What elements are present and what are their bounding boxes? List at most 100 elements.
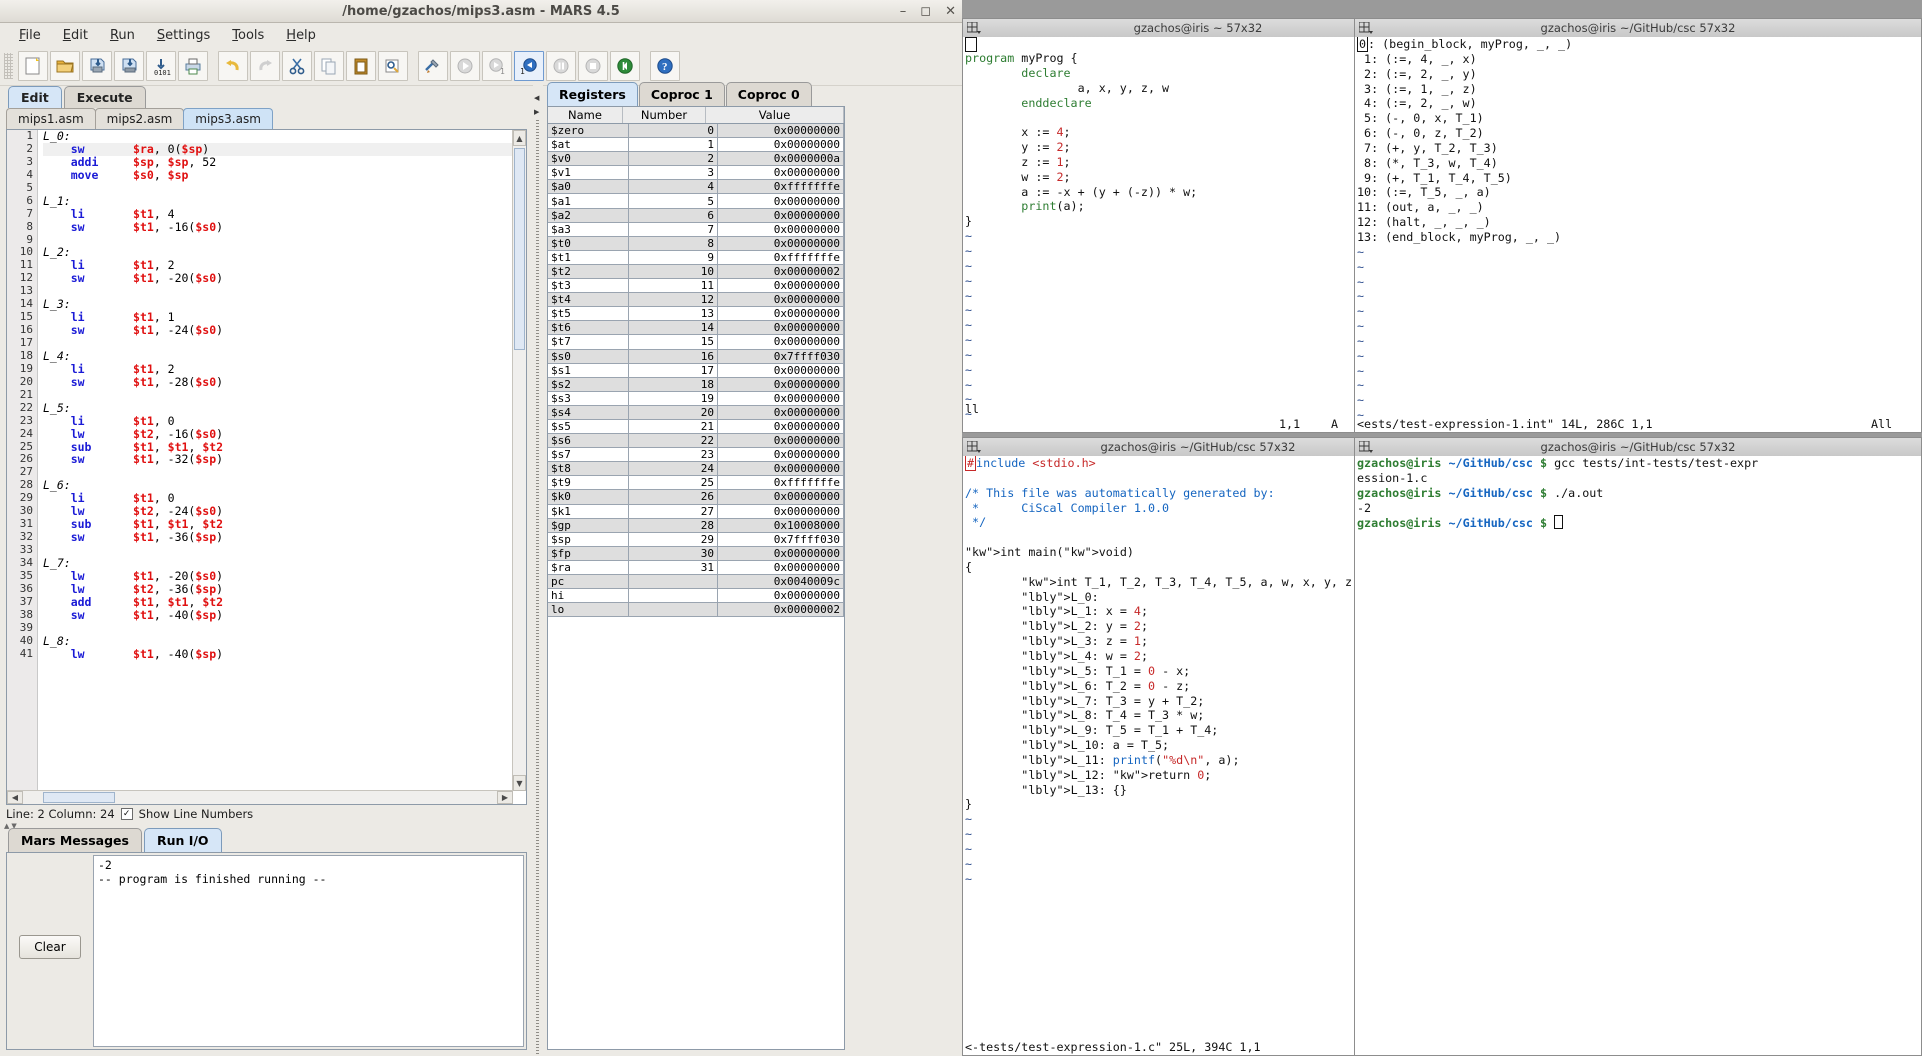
undo-icon[interactable]	[218, 51, 248, 81]
register-row[interactable]: $s1 17 0x00000000	[548, 363, 844, 378]
terminal-shell-content[interactable]: gzachos@iris ~/GitHub/csc $ gcc tests/in…	[1355, 456, 1921, 1055]
code-line[interactable]: add $t1, $t1, $t2	[43, 595, 526, 609]
register-value[interactable]: 0x00000000	[718, 546, 844, 560]
register-value[interactable]: 0x00000000	[718, 166, 844, 180]
register-row[interactable]: $k1 27 0x00000000	[548, 504, 844, 519]
message-tab-bar[interactable]: Mars Messages Run I/O	[0, 828, 533, 852]
code-line[interactable]: L_4:	[43, 349, 526, 363]
code-area[interactable]: L_0: sw $ra, 0($sp) addi $sp, $sp, 52 mo…	[38, 130, 526, 804]
register-value[interactable]: 0x00000000	[718, 589, 844, 603]
tab-mars-messages[interactable]: Mars Messages	[8, 828, 142, 852]
splitter-collapse-left-icon[interactable]: ◀	[534, 94, 539, 102]
register-value[interactable]: 0x00000002	[718, 264, 844, 279]
step-icon[interactable]: 1	[482, 51, 512, 81]
register-value[interactable]: 0xfffffffe	[718, 250, 844, 264]
file-tab-bar[interactable]: mips1.asm mips2.asm mips3.asm	[0, 108, 533, 129]
pause-icon[interactable]	[546, 51, 576, 81]
window-controls[interactable]: – ◻ ✕	[900, 4, 956, 19]
find-replace-icon[interactable]	[378, 51, 408, 81]
register-value[interactable]: 0x00000000	[718, 279, 844, 293]
code-editor[interactable]: 1 2 3 4 5 6 7 8 9 10 11 12 13 14 15 16 17 18 19 20 21 22 23 24 2…	[6, 129, 527, 805]
register-row[interactable]: $k0 26 0x00000000	[548, 490, 844, 505]
code-line[interactable]: sw $t1, -20($s0)	[43, 272, 526, 285]
run-icon[interactable]	[450, 51, 480, 81]
register-row[interactable]: hi 0x00000000	[548, 589, 844, 604]
code-line[interactable]: lw $t2, -16($s0)	[43, 427, 526, 441]
toolbar-grip[interactable]	[4, 53, 13, 79]
copy-icon[interactable]	[314, 51, 344, 81]
tab-registers[interactable]: Registers	[547, 82, 638, 106]
code-line[interactable]: L_1:	[43, 194, 526, 208]
save-icon[interactable]	[82, 51, 112, 81]
new-file-icon[interactable]	[18, 51, 48, 81]
register-value[interactable]: 0x00000000	[718, 462, 844, 476]
register-row[interactable]: $t3 11 0x00000000	[548, 279, 844, 294]
code-line[interactable]	[43, 285, 526, 298]
register-row[interactable]: $gp 28 0x10008000	[548, 518, 844, 533]
editor-vscroll-thumb[interactable]	[514, 148, 525, 350]
register-value[interactable]: 0x00000000	[718, 335, 844, 349]
code-line[interactable]: L_5:	[43, 401, 526, 415]
register-row[interactable]: $t4 12 0x00000000	[548, 293, 844, 308]
register-row[interactable]: $s5 21 0x00000000	[548, 419, 844, 435]
help-icon[interactable]: ?	[650, 51, 680, 81]
code-line[interactable]: li $t1, 4	[43, 207, 526, 221]
code-line[interactable]: move $s0, $sp	[43, 168, 526, 182]
register-value[interactable]: 0xfffffffe	[718, 180, 844, 194]
register-value[interactable]: 0x00000000	[718, 448, 844, 462]
register-row[interactable]: $t2 10 0x00000002	[548, 264, 844, 280]
register-value[interactable]: 0x00000000	[718, 124, 844, 138]
register-value[interactable]: 0x00000000	[718, 405, 844, 419]
code-line[interactable]: L_8:	[43, 634, 526, 648]
register-row[interactable]: $t5 13 0x00000000	[548, 307, 844, 322]
register-splitter[interactable]: ◀ ▶	[533, 84, 543, 1056]
code-line[interactable]: L_0:	[43, 130, 526, 143]
code-line[interactable]	[43, 337, 526, 350]
cut-icon[interactable]	[282, 51, 312, 81]
show-line-numbers-checkbox[interactable]: ✓	[120, 808, 133, 820]
register-value[interactable]: 0x00000000	[718, 293, 844, 307]
register-row[interactable]: $fp 30 0x00000000	[548, 546, 844, 561]
code-line[interactable]	[43, 466, 526, 479]
tab-coproc1[interactable]: Coproc 1	[638, 82, 725, 106]
register-row[interactable]: $v1 3 0x00000000	[548, 166, 844, 181]
code-line[interactable]: lw $t1, -40($sp)	[43, 647, 526, 661]
register-value[interactable]: 0x00000000	[718, 560, 844, 574]
code-line[interactable]: sw $t1, -16($s0)	[43, 220, 526, 234]
tab-edit[interactable]: Edit	[8, 86, 62, 108]
scroll-down-icon[interactable]: ▼	[513, 775, 526, 791]
dump-memory-icon[interactable]: 0101	[146, 51, 176, 81]
code-line[interactable]	[43, 544, 526, 557]
splitter-collapse-right-icon[interactable]: ▶	[534, 108, 539, 116]
register-row[interactable]: $a3 7 0x00000000	[548, 222, 844, 237]
open-folder-icon[interactable]	[50, 51, 80, 81]
file-tab-mips2[interactable]: mips2.asm	[94, 108, 185, 129]
register-value[interactable]: 0x00000000	[718, 138, 844, 152]
register-value[interactable]: 0x00000002	[718, 603, 844, 617]
editor-vertical-scrollbar[interactable]: ▲ ▼	[512, 130, 526, 791]
step-back-icon[interactable]: 1	[514, 51, 544, 81]
clear-button[interactable]: Clear	[19, 935, 81, 959]
register-row[interactable]: $ra 31 0x00000000	[548, 560, 844, 575]
file-tab-mips1[interactable]: mips1.asm	[6, 108, 96, 129]
menu-edit[interactable]: Edit	[52, 25, 99, 46]
code-line[interactable]: L_7:	[43, 556, 526, 570]
stop-icon[interactable]	[578, 51, 608, 81]
menu-file[interactable]: File	[8, 25, 52, 46]
scroll-right-icon[interactable]: ▶	[497, 791, 513, 804]
register-row[interactable]: $s7 23 0x00000000	[548, 448, 844, 463]
register-value[interactable]: 0x7ffff030	[718, 349, 844, 363]
menu-help[interactable]: Help	[275, 25, 327, 46]
menu-bar[interactable]: File Edit Run Settings Tools Help	[0, 23, 962, 47]
register-row[interactable]: lo 0x00000002	[548, 603, 844, 618]
register-row[interactable]: $a2 6 0x00000000	[548, 208, 844, 223]
maximize-icon[interactable]: ◻	[920, 4, 931, 19]
register-row[interactable]: $t7 15 0x00000000	[548, 335, 844, 350]
register-row[interactable]: $t1 9 0xfffffffe	[548, 250, 844, 265]
code-line[interactable]: sw $t1, -32($sp)	[43, 453, 526, 466]
code-line[interactable]	[43, 234, 526, 247]
save-as-icon[interactable]	[114, 51, 144, 81]
code-line[interactable]	[43, 182, 526, 195]
register-value[interactable]: 0x00000000	[718, 363, 844, 377]
register-row[interactable]: $s2 18 0x00000000	[548, 377, 844, 392]
